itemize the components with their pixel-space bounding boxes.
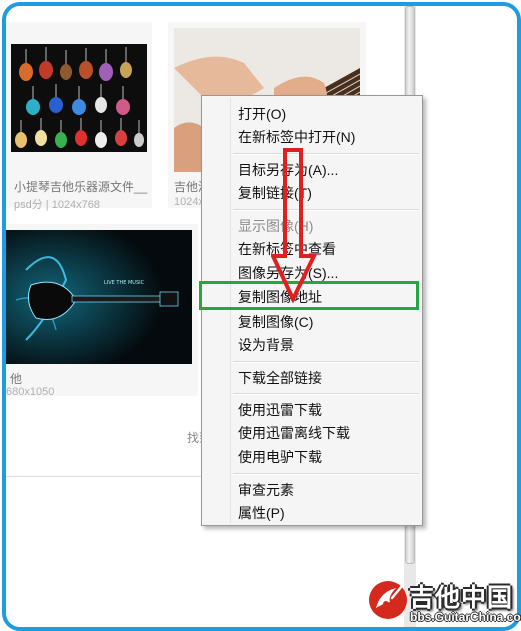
image-meta: psd分 | 1024x768 — [14, 199, 101, 211]
menu-separator — [233, 393, 419, 395]
guitar-collection-image — [11, 44, 147, 152]
watermark-title: 吉他中国 — [409, 584, 514, 612]
image-thumbnail[interactable] — [11, 44, 147, 152]
watermark-url: bbs.GuitarChina.com — [410, 610, 521, 624]
menu-item-thunder-offline-download[interactable]: 使用迅雷离线下载 — [238, 424, 350, 442]
guitar-logo-icon — [369, 581, 407, 619]
image-caption[interactable]: 他 — [10, 370, 50, 387]
menu-item-properties[interactable]: 属性(P) — [238, 504, 285, 522]
menu-item-copy-image[interactable]: 复制图像(C) — [238, 313, 313, 331]
watermark: 吉他中国 bbs.GuitarChina.com — [364, 576, 521, 626]
menu-icon-column — [230, 98, 231, 523]
menu-item-open-new-tab[interactable]: 在新标签中打开(N) — [238, 128, 355, 146]
down-arrow-icon — [271, 148, 318, 303]
image-meta: 680x1050 — [6, 386, 55, 398]
menu-item-emule-download[interactable]: 使用电驴下载 — [238, 448, 322, 466]
svg-text:LIVE THE MUSIC: LIVE THE MUSIC — [104, 280, 145, 286]
electric-guitar-image: LIVE THE MUSIC — [6, 230, 192, 364]
menu-separator — [233, 209, 419, 211]
blank-pane — [416, 6, 517, 627]
menu-item-open[interactable]: 打开(O) — [238, 105, 286, 123]
menu-item-set-as-background[interactable]: 设为背景 — [238, 336, 294, 354]
menu-item-download-all-links[interactable]: 下载全部链接 — [238, 369, 322, 387]
image-card[interactable]: LIVE THE MUSIC 他 680x1050 — [6, 224, 198, 398]
menu-separator — [233, 473, 419, 475]
image-card[interactable]: 小提琴吉他乐器源文件__ psd分 | 1024x768 — [6, 22, 152, 211]
image-caption[interactable]: 小提琴吉他乐器源文件__ — [14, 178, 152, 195]
image-thumbnail[interactable]: LIVE THE MUSIC — [6, 230, 192, 364]
menu-separator — [233, 361, 419, 363]
menu-item-thunder-download[interactable]: 使用迅雷下载 — [238, 401, 322, 419]
menu-item-inspect-element[interactable]: 审查元素 — [238, 481, 294, 499]
menu-separator — [233, 153, 419, 155]
